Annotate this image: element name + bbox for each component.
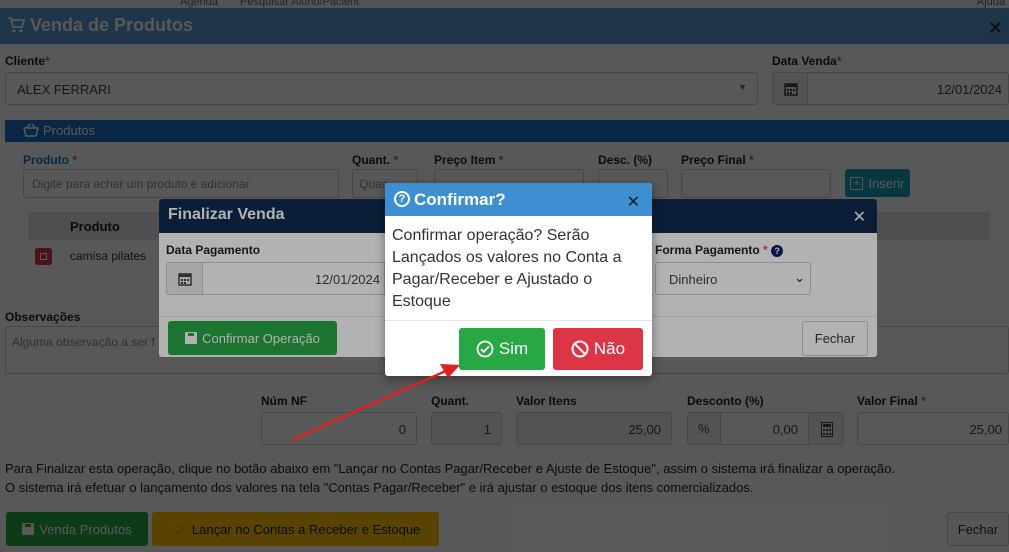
red-arrow-annotation — [291, 364, 460, 442]
